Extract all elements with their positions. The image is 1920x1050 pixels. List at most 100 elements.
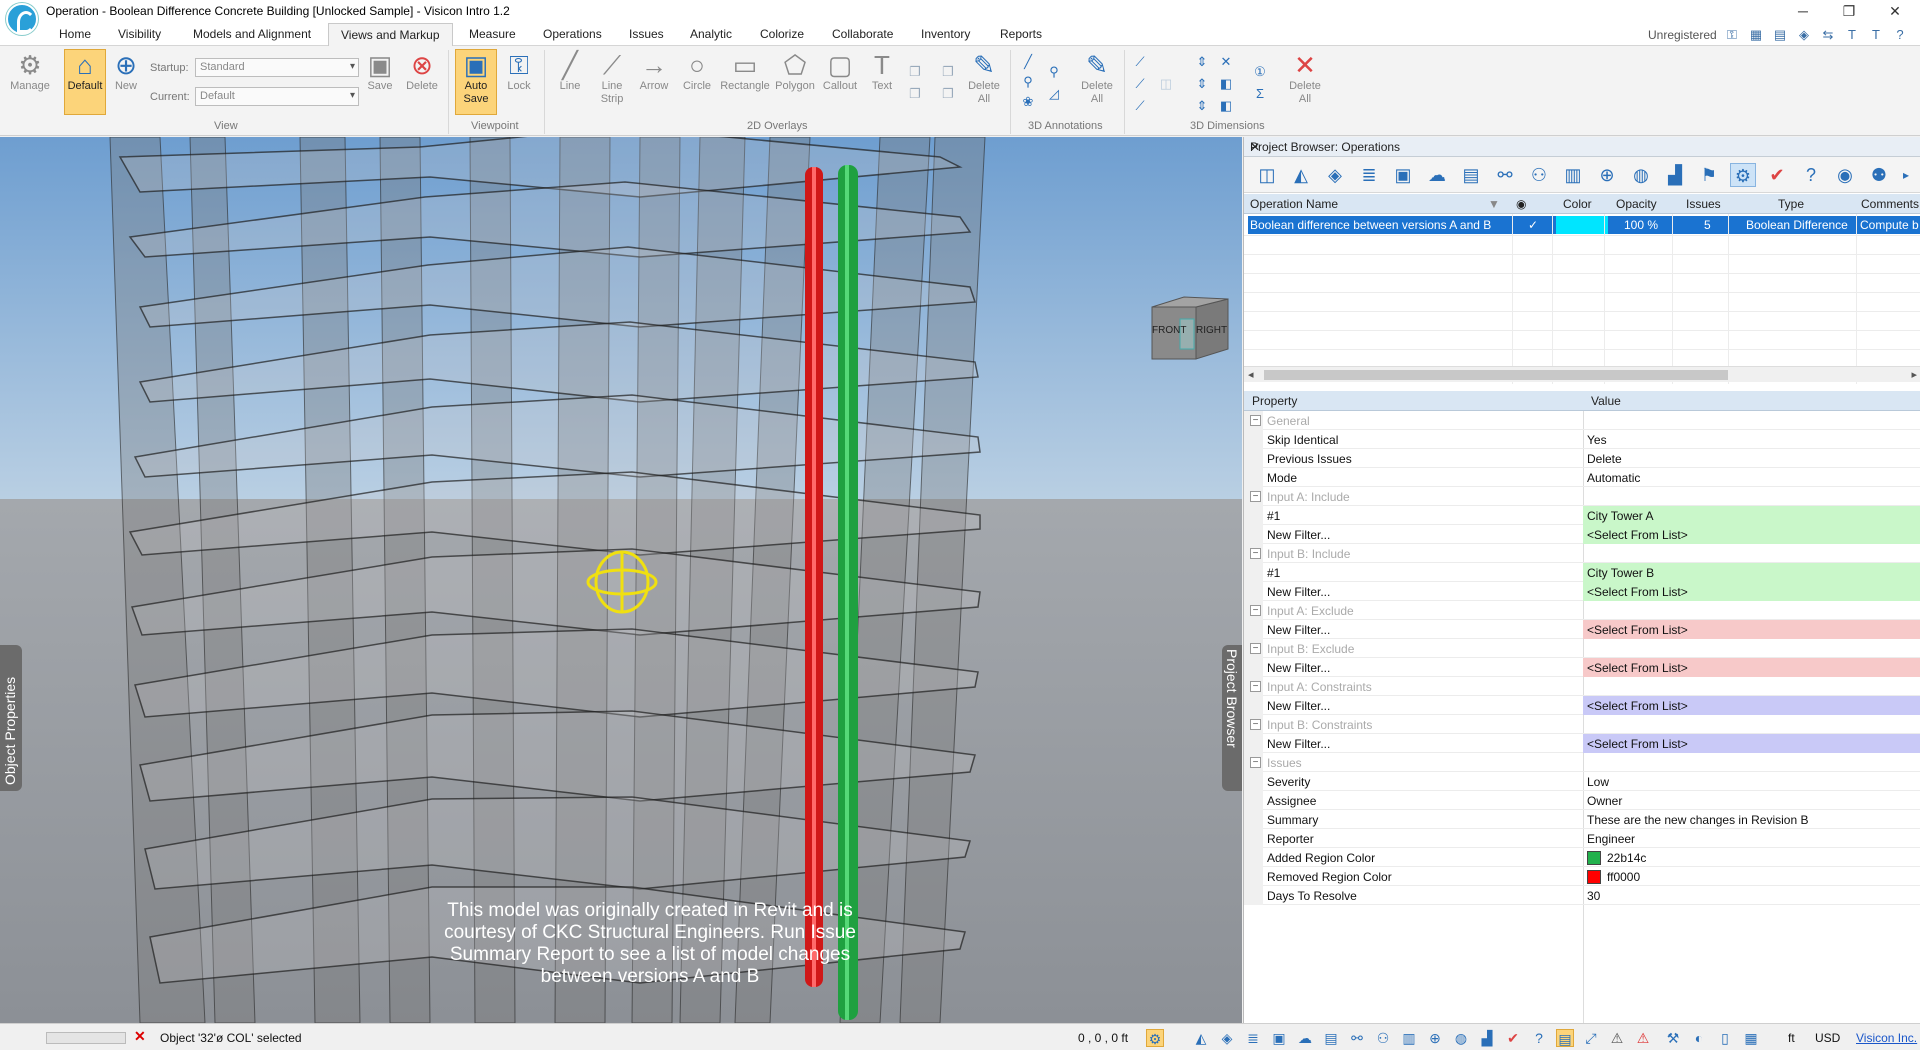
group-icon[interactable]: ⚇ (1526, 163, 1552, 187)
unit-selector[interactable]: ft (1788, 1031, 1795, 1045)
calculator-icon[interactable]: ▦ (1748, 27, 1764, 43)
line-strip-button[interactable]: ⟋ Line Strip (594, 50, 630, 116)
tab-reports[interactable]: Reports (1000, 27, 1042, 41)
col-operation-name[interactable]: Operation Name (1250, 197, 1338, 211)
collapse-toggle-icon[interactable]: − (1250, 605, 1261, 616)
link-icon[interactable]: ⚯ (1492, 163, 1518, 187)
property-category[interactable]: − Issues (1244, 753, 1920, 772)
status-check-icon[interactable]: ✔ (1504, 1029, 1522, 1047)
annotation-paint-icon[interactable]: ❀ (1020, 94, 1036, 110)
scroll-right-icon[interactable]: ▸ (1911, 368, 1917, 381)
layers-icon[interactable]: ≣ (1356, 163, 1382, 187)
dimension-vertical-3-icon[interactable]: ⇕ (1194, 98, 1210, 114)
bar-chart-icon[interactable]: ▟ (1662, 163, 1688, 187)
check-circle-icon[interactable]: ✔ (1764, 163, 1790, 187)
circle-button[interactable]: ○ Circle (678, 50, 716, 106)
property-value[interactable]: <Select From List> (1583, 734, 1920, 753)
property-category[interactable]: − Input A: Constraints (1244, 677, 1920, 696)
col-type[interactable]: Type (1778, 197, 1804, 211)
property-category[interactable]: − Input A: Exclude (1244, 601, 1920, 620)
people-icon[interactable]: ⚉ (1866, 163, 1892, 187)
status-target-icon[interactable]: ⊕ (1426, 1029, 1444, 1047)
status-operations-icon[interactable]: ▤ (1556, 1029, 1574, 1047)
property-value[interactable]: Automatic (1583, 468, 1920, 487)
annotation-line-icon[interactable]: ╱ (1020, 54, 1036, 70)
status-link-icon[interactable]: ⚯ (1348, 1029, 1366, 1047)
collapse-toggle-icon[interactable]: − (1250, 643, 1261, 654)
sphere-icon[interactable]: ◍ (1628, 163, 1654, 187)
status-chart-icon[interactable]: ▟ (1478, 1029, 1496, 1047)
tab-measure[interactable]: Measure (469, 27, 516, 41)
auto-save-button[interactable]: ▣ Auto Save (455, 49, 497, 115)
table-row[interactable]: Boolean difference between versions A an… (1248, 216, 1920, 234)
transfer-icon[interactable]: ⇆ (1820, 27, 1836, 43)
view-cube-front[interactable]: FRONT (1152, 325, 1186, 336)
property-value[interactable]: <Select From List> (1583, 525, 1920, 544)
property-value[interactable]: These are the new changes in Revision B (1583, 810, 1920, 829)
property-category[interactable]: − Input B: Exclude (1244, 639, 1920, 658)
color-swatch[interactable] (1587, 851, 1601, 865)
status-tools-icon[interactable]: ⚒ (1664, 1029, 1682, 1047)
tab-views-and-markup[interactable]: Views and Markup (328, 23, 453, 47)
clear-selection-icon[interactable]: ✕ (134, 1028, 146, 1045)
filter-icon[interactable]: ▼ (1488, 197, 1500, 211)
overlay-paste-icon[interactable]: ❐ (907, 86, 923, 102)
property-value[interactable]: <Select From List> (1583, 696, 1920, 715)
status-vr-icon[interactable]: ◐ (1690, 1029, 1708, 1047)
operations-icon[interactable]: ⚙ (1730, 163, 1756, 187)
property-value[interactable]: City Tower A (1583, 506, 1920, 525)
status-cube-icon[interactable]: ◈ (1218, 1029, 1236, 1047)
polygon-button[interactable]: ⬠ Polygon (772, 50, 818, 106)
property-value[interactable]: Engineer (1583, 829, 1920, 848)
tag-icon[interactable]: ◈ (1796, 27, 1812, 43)
box-icon[interactable]: ▣ (1390, 163, 1416, 187)
status-clipboard-icon[interactable]: ▥ (1400, 1029, 1418, 1047)
default-view-button[interactable]: ⌂ Default (64, 49, 106, 115)
dimensions-delete-all-button[interactable]: ✕ Delete All (1284, 50, 1326, 116)
tab-inventory[interactable]: Inventory (921, 27, 970, 41)
col-visible-icon[interactable]: ◉ (1516, 197, 1526, 211)
property-value[interactable]: Delete (1583, 449, 1920, 468)
object-properties-tab[interactable]: Object Properties (0, 645, 22, 791)
app-logo-icon[interactable] (6, 3, 38, 35)
scroll-left-icon[interactable]: ◂ (1248, 368, 1254, 381)
status-warning-icon[interactable]: ⚠ (1608, 1029, 1626, 1047)
tab-colorize[interactable]: Colorize (760, 27, 804, 41)
property-value[interactable]: City Tower B (1583, 563, 1920, 582)
property-value[interactable]: 22b14c (1583, 848, 1920, 867)
collapse-toggle-icon[interactable]: − (1250, 681, 1261, 692)
target-icon[interactable]: ⊕ (1594, 163, 1620, 187)
col-opacity[interactable]: Opacity (1616, 197, 1657, 211)
project-browser-tab[interactable]: Project Browser (1222, 645, 1242, 791)
property-value[interactable]: <Select From List> (1583, 582, 1920, 601)
lock-button[interactable]: ⚿ Lock (499, 50, 539, 106)
tab-home[interactable]: Home (59, 27, 91, 41)
property-category[interactable]: − Input B: Include (1244, 544, 1920, 563)
cloud-icon[interactable]: ☁ (1424, 163, 1450, 187)
minimize-button[interactable]: ─ (1780, 0, 1826, 23)
annotation-location-icon[interactable]: ⚲ (1046, 64, 1062, 80)
status-layers-icon[interactable]: ≣ (1244, 1029, 1262, 1047)
dimension-clear-icon[interactable]: ✕ (1218, 54, 1234, 70)
property-category[interactable]: − General (1244, 411, 1920, 430)
status-group-icon[interactable]: ⚇ (1374, 1029, 1392, 1047)
property-value[interactable]: <Select From List> (1583, 620, 1920, 639)
dimension-sum-icon[interactable]: Σ (1252, 86, 1268, 102)
tab-issues[interactable]: Issues (629, 27, 664, 41)
dimension-vertical-icon[interactable]: ⇕ (1194, 54, 1210, 70)
triangle-icon[interactable]: ◭ (1288, 163, 1314, 187)
status-triangle-icon[interactable]: ◭ (1192, 1029, 1210, 1047)
dimension-bracket-2-icon[interactable]: ◧ (1218, 98, 1234, 114)
restore-button[interactable]: ❐ (1826, 0, 1872, 23)
help-icon[interactable]: ? (1892, 27, 1908, 43)
status-mobile-icon[interactable]: ▯ (1716, 1029, 1734, 1047)
col-issues[interactable]: Issues (1686, 197, 1721, 211)
visible-check-cell[interactable]: ✓ (1528, 218, 1538, 232)
property-value[interactable]: ff0000 (1583, 867, 1920, 886)
collapse-toggle-icon[interactable]: − (1250, 491, 1261, 502)
tab-visibility[interactable]: Visibility (118, 27, 161, 41)
grid-horizontal-scrollbar[interactable]: ◂ ▸ (1244, 366, 1920, 382)
clipboard-icon[interactable]: ▥ (1560, 163, 1586, 187)
company-link[interactable]: Visicon Inc. (1856, 1031, 1917, 1045)
status-cloud-icon[interactable]: ☁ (1296, 1029, 1314, 1047)
